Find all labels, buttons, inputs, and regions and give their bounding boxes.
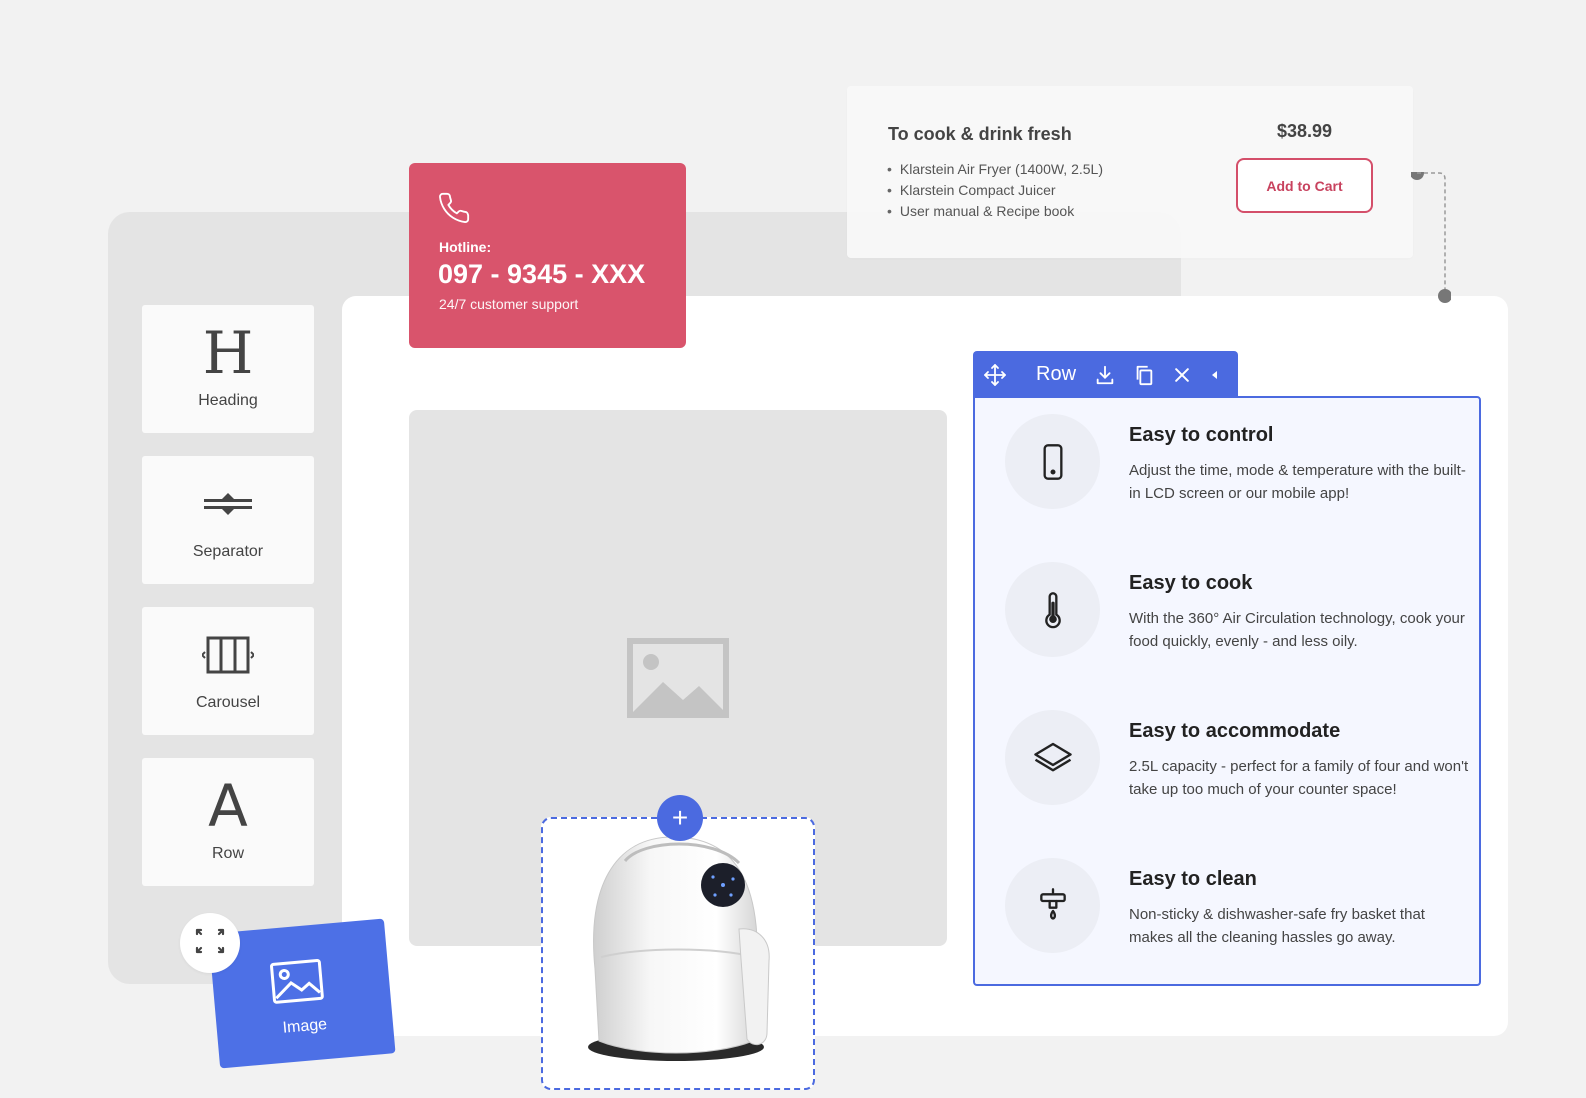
feature-item: Easy to cook With the 360° Air Circulati… xyxy=(1005,562,1475,662)
product-price: $38.99 xyxy=(1277,121,1333,141)
feature-description: Non-sticky & dishwasher-safe fry basket … xyxy=(1129,906,1425,946)
row-icon: A xyxy=(208,772,248,840)
download-icon[interactable] xyxy=(1094,363,1116,387)
hotline-subtext: 24/7 customer support xyxy=(439,296,579,312)
feature-title: Easy to cook xyxy=(1129,572,1253,594)
feature-item: Easy to clean Non-sticky & dishwasher-sa… xyxy=(1005,858,1475,958)
feature-title: Easy to accommodate xyxy=(1129,720,1341,742)
add-element-button[interactable]: + xyxy=(657,795,703,841)
thermometer-icon xyxy=(1005,562,1100,657)
move-icon[interactable] xyxy=(983,363,1007,387)
list-item: User manual & Recipe book xyxy=(887,201,1103,222)
smartphone-icon xyxy=(1005,414,1100,509)
close-icon[interactable] xyxy=(1172,363,1192,387)
add-to-cart-button[interactable]: Add to Cart xyxy=(1236,158,1373,213)
separator-icon xyxy=(142,478,314,530)
feature-title: Easy to control xyxy=(1129,424,1274,446)
air-fryer-image xyxy=(588,836,770,1061)
heading-icon: H xyxy=(202,319,254,387)
hotline-card: Hotline: 097 - 9345 - XXX 24/7 customer … xyxy=(409,163,686,348)
row-toolbar: Row xyxy=(973,351,1238,398)
widget-label: Heading xyxy=(198,392,258,409)
image-widget-label: Image xyxy=(281,1015,328,1037)
widget-carousel[interactable]: Carousel xyxy=(142,607,314,735)
widget-heading[interactable]: H Heading xyxy=(142,305,314,433)
image-dropzone[interactable] xyxy=(541,817,815,1090)
widget-row[interactable]: A Row xyxy=(142,758,314,886)
connector-line xyxy=(1411,172,1451,303)
widget-label: Row xyxy=(211,845,244,862)
product-card: To cook & drink fresh Klarstein Air Frye… xyxy=(847,86,1413,258)
product-list: Klarstein Air Fryer (1400W, 2.5L) Klarst… xyxy=(887,159,1103,222)
carousel-icon xyxy=(142,629,314,681)
list-item: Klarstein Air Fryer (1400W, 2.5L) xyxy=(887,159,1103,180)
phone-icon xyxy=(437,191,471,230)
layers-icon xyxy=(1005,710,1100,805)
widget-separator[interactable]: Separator xyxy=(142,456,314,584)
widget-label: Separator xyxy=(192,543,264,560)
feature-item: Easy to control Adjust the time, mode & … xyxy=(1005,414,1475,514)
duplicate-icon[interactable] xyxy=(1133,363,1155,387)
feature-description: Adjust the time, mode & temperature with… xyxy=(1129,462,1466,502)
feature-item: Easy to accommodate 2.5L capacity - perf… xyxy=(1005,710,1475,810)
feature-description: With the 360° Air Circulation technology… xyxy=(1129,610,1465,650)
features-row[interactable]: Easy to control Adjust the time, mode & … xyxy=(973,396,1481,986)
move-icon xyxy=(193,924,227,963)
list-item: Klarstein Compact Juicer xyxy=(887,180,1103,201)
faucet-icon xyxy=(1005,858,1100,953)
hotline-number: 097 - 9345 - XXX xyxy=(438,259,646,289)
widget-label: Carousel xyxy=(195,694,261,711)
hotline-label: Hotline: xyxy=(439,239,492,255)
toolbar-label: Row xyxy=(1036,363,1077,385)
feature-title: Easy to clean xyxy=(1129,868,1257,890)
image-placeholder-icon xyxy=(627,638,729,718)
collapse-arrow-icon[interactable] xyxy=(1209,363,1221,387)
product-title: To cook & drink fresh xyxy=(888,124,1072,144)
drag-handle[interactable] xyxy=(180,913,240,973)
feature-description: 2.5L capacity - perfect for a family of … xyxy=(1129,758,1469,798)
image-icon xyxy=(269,958,325,1009)
